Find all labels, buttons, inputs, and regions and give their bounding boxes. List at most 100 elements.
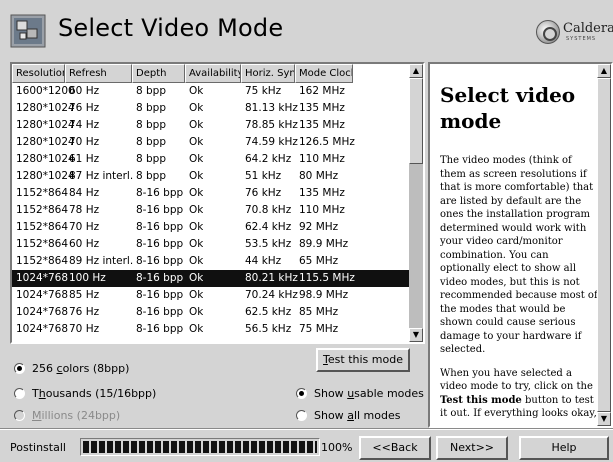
radio-indicator[interactable]: [14, 410, 25, 421]
table-row[interactable]: 1024*768 100 Hz 8-16 bpp Ok 80.21 kHz 115.5 M…: [12, 270, 409, 287]
table-cell: 80.21 kHz: [245, 272, 298, 284]
table-row[interactable]: 1280*1024 76 Hz 8 bpp Ok 81.13 kHz 135 MHz: [12, 100, 409, 117]
radio-indicator[interactable]: [296, 410, 307, 421]
table-cell: 1152*864: [16, 221, 69, 233]
table-cell: Ok: [189, 170, 204, 182]
table-row[interactable]: 1152*864 89 Hz interl. 8-16 bpp Ok 44 kHz 65 …: [12, 253, 409, 270]
table-cell: 85 Hz: [69, 289, 100, 301]
help-paragraph: When you have selected a video mode to t…: [440, 367, 598, 421]
scroll-down-button[interactable]: ▼: [597, 412, 611, 426]
table-row[interactable]: 1280*1024 61 Hz 8 bpp Ok 64.2 kHz 110 MHz: [12, 151, 409, 168]
table-cell: 76 kHz: [245, 187, 282, 199]
table-row[interactable]: 1024*768 85 Hz 8-16 bpp Ok 70.24 kHz 98.9 MHz: [12, 287, 409, 304]
table-cell: 76 Hz: [69, 306, 100, 318]
table-cell: 8 bpp: [136, 102, 167, 114]
radio-label: Millions (24bpp): [32, 409, 120, 422]
help-scrollbar[interactable]: ▲ ▼: [597, 64, 611, 426]
label-text: ousands (15/16bpp): [45, 387, 157, 400]
table-cell: 1600*1200: [16, 85, 75, 97]
back-button[interactable]: <<Back: [359, 436, 431, 460]
help-bold-text: Test this mode: [440, 394, 522, 406]
scroll-down-button[interactable]: ▼: [409, 328, 423, 342]
table-cell: 8-16 bpp: [136, 289, 184, 301]
column-header-depth[interactable]: Depth: [132, 64, 185, 83]
label-text: Show: [314, 409, 348, 422]
table-row[interactable]: 1152*864 78 Hz 8-16 bpp Ok 70.8 kHz 110 MHz: [12, 202, 409, 219]
table-cell: 1024*768: [16, 323, 69, 335]
table-cell: 1024*768: [16, 306, 69, 318]
table-cell: 162 MHz: [299, 85, 345, 97]
column-header-mode-clock[interactable]: Mode Clock: [295, 64, 353, 83]
table-cell: Ok: [189, 119, 204, 131]
label-mnemonic: M: [32, 409, 42, 422]
table-row[interactable]: 1024*768 76 Hz 8-16 bpp Ok 62.5 kHz 85 MHz: [12, 304, 409, 321]
table-cell: 1280*1024: [16, 153, 75, 165]
column-header-refresh[interactable]: Refresh: [65, 64, 132, 83]
table-cell: 115.5 MHz: [299, 272, 355, 284]
next-button[interactable]: Next>>: [436, 436, 508, 460]
help-button[interactable]: Help: [519, 436, 609, 460]
table-cell: Ok: [189, 289, 204, 301]
caldera-logo: Caldera SYSTEMS: [536, 20, 613, 46]
table-row[interactable]: 1600*1200 60 Hz 8 bpp Ok 75 kHz 162 MHz: [12, 83, 409, 100]
table-row[interactable]: 1280*1024 87 Hz interl. 8 bpp Ok 51 kHz 80 MH…: [12, 168, 409, 185]
label-text: olors (8bpp): [62, 362, 130, 375]
table-row[interactable]: 1280*1024 74 Hz 8 bpp Ok 78.85 kHz 135 MHz: [12, 117, 409, 134]
help-title: Select video mode: [440, 83, 576, 133]
table-cell: 8-16 bpp: [136, 306, 184, 318]
table-row[interactable]: 1152*864 70 Hz 8-16 bpp Ok 62.4 kHz 92 MHz: [12, 219, 409, 236]
radio-indicator[interactable]: [296, 388, 307, 399]
progress-fill: [83, 441, 317, 453]
status-separator: [0, 428, 613, 430]
table-cell: 81.13 kHz: [245, 102, 298, 114]
scroll-thumb[interactable]: [409, 78, 423, 164]
label-text: Show: [314, 387, 348, 400]
table-cell: 51 kHz: [245, 170, 282, 182]
table-row[interactable]: 1024*768 70 Hz 8-16 bpp Ok 56.5 kHz 75 MHz: [12, 321, 409, 338]
radio-indicator[interactable]: [14, 363, 25, 374]
logo-subtext: SYSTEMS: [566, 36, 597, 42]
label-text: T: [32, 387, 39, 400]
table-cell: Ok: [189, 306, 204, 318]
table-cell: 135 MHz: [299, 102, 345, 114]
radio-indicator[interactable]: [14, 388, 25, 399]
table-cell: 1024*768: [16, 289, 69, 301]
table-cell: 74 Hz: [69, 119, 100, 131]
table-cell: 126.5 MHz: [299, 136, 355, 148]
scroll-thumb[interactable]: [597, 78, 611, 412]
table-cell: 60 Hz: [69, 85, 100, 97]
table-cell: Ok: [189, 85, 204, 97]
table-scrollbar[interactable]: ▲ ▼: [409, 64, 423, 342]
table-cell: 8-16 bpp: [136, 204, 184, 216]
table-row[interactable]: 1152*864 60 Hz 8-16 bpp Ok 53.5 kHz 89.9 MHz: [12, 236, 409, 253]
help-panel: Select video mode The video modes (think…: [428, 62, 613, 428]
radio-label: Show usable modes: [314, 387, 424, 400]
column-header-horiz-sync[interactable]: Horiz. Sync: [241, 64, 295, 83]
table-cell: 53.5 kHz: [245, 238, 292, 250]
table-cell: 8-16 bpp: [136, 323, 184, 335]
table-cell: 8-16 bpp: [136, 238, 184, 250]
table-cell: 62.4 kHz: [245, 221, 292, 233]
label-text: sable modes: [354, 387, 424, 400]
table-cell: 8-16 bpp: [136, 255, 184, 267]
table-cell: 1152*864: [16, 204, 69, 216]
column-header-resolution[interactable]: Resolution: [12, 64, 65, 83]
table-cell: 8 bpp: [136, 119, 167, 131]
test-mode-button[interactable]: Test this mode: [316, 348, 410, 372]
table-row[interactable]: 1280*1024 70 Hz 8 bpp Ok 74.59 kHz 126.5 MHz: [12, 134, 409, 151]
scroll-up-button[interactable]: ▲: [597, 64, 611, 78]
table-cell: Ok: [189, 238, 204, 250]
label-text: 256: [32, 362, 57, 375]
table-cell: Ok: [189, 255, 204, 267]
display-settings-icon: [10, 14, 46, 48]
radio-label: 256 colors (8bpp): [32, 362, 129, 375]
caldera-logo-icon: [536, 20, 560, 44]
table-cell: 89 Hz interl.: [69, 255, 134, 267]
scroll-up-button[interactable]: ▲: [409, 64, 423, 78]
table-row[interactable]: 1152*864 84 Hz 8-16 bpp Ok 76 kHz 135 MHz: [12, 185, 409, 202]
logo-text: Caldera: [563, 21, 613, 36]
video-mode-table[interactable]: Resolution Refresh Depth Availability Ho…: [10, 62, 425, 344]
table-cell: 92 MHz: [299, 221, 339, 233]
column-header-availability[interactable]: Availability: [185, 64, 241, 83]
table-cell: 60 Hz: [69, 238, 100, 250]
